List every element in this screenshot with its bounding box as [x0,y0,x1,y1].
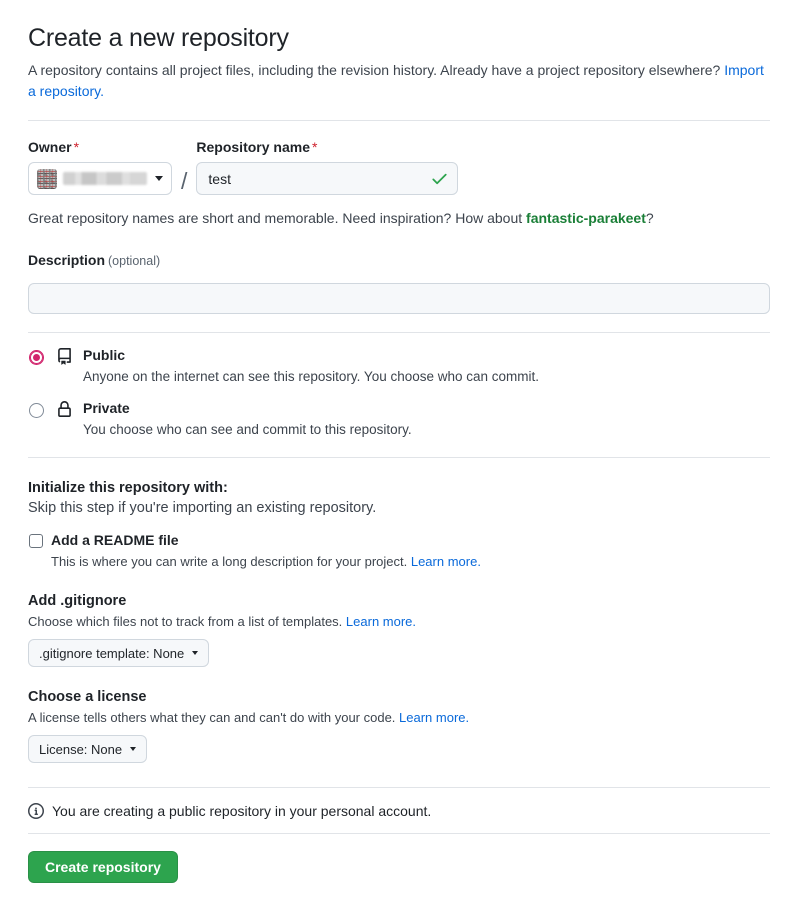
license-learn-more-link[interactable]: Learn more. [399,710,469,725]
divider-note [28,787,770,788]
hint-text-after: ? [645,210,654,226]
intro-text: A repository contains all project files,… [28,62,725,78]
divider-submit [28,833,770,834]
page-title: Create a new repository [28,24,289,52]
visibility-public-description: Anyone on the internet can see this repo… [83,369,540,384]
create-repository-button[interactable]: Create repository [28,851,178,883]
repository-name-input-wrap [196,162,459,195]
gitignore-heading: Add .gitignore [28,593,127,609]
description-optional-tag: (optional) [108,254,161,268]
repository-name-hint: Great repository names are short and mem… [28,210,770,226]
owner-and-name-row: Owner * / Repository name * [28,139,770,195]
readme-label: Add a README file [51,532,179,548]
visibility-public-title: Public [83,347,126,363]
visibility-private-title: Private [83,400,130,416]
license-select[interactable]: License: None [28,735,148,763]
visibility-option-private[interactable]: Private You choose who can see and commi… [28,400,770,439]
owner-label: Owner * [28,139,80,155]
hint-text-before: Great repository names are short and mem… [28,210,527,226]
visibility-note-text: You are creating a public repository in … [52,803,432,819]
readme-learn-more-link[interactable]: Learn more. [411,554,481,569]
description-input[interactable] [28,283,770,314]
visibility-private-description: You choose who can see and commit to thi… [83,422,412,437]
repo-book-icon [58,348,71,365]
visibility-group: Public Anyone on the internet can see th… [28,347,770,439]
readme-description-text: This is where you can write a long descr… [51,554,411,569]
divider-visibility [28,332,770,333]
owner-required-mark: * [73,139,80,155]
gitignore-template-label: .gitignore template: None [39,645,185,661]
repository-name-label: Repository name * [196,139,318,155]
gitignore-description: Choose which files not to track from a l… [28,614,770,629]
owner-select[interactable] [28,162,172,195]
license-description: A license tells others what they can and… [28,710,770,725]
visibility-option-public[interactable]: Public Anyone on the internet can see th… [28,347,770,386]
description-label: Description (optional) [28,252,161,268]
info-icon [28,803,44,819]
chevron-down-icon [192,651,199,655]
create-repository-page: Create a new repository A repository con… [0,0,794,904]
license-description-text: A license tells others what they can and… [28,710,400,725]
radio-public[interactable] [29,350,44,365]
radio-private[interactable] [29,403,44,418]
repository-name-suggestion: fantastic-parakeet [526,210,646,226]
initialize-heading: Initialize this repository with: [28,480,228,496]
repository-name-field: Repository name * [196,139,459,195]
owner-field: Owner * [28,139,172,195]
gitignore-description-text: Choose which files not to track from a l… [28,614,346,629]
initialize-subheading: Skip this step if you're importing an ex… [28,500,377,516]
avatar [37,168,57,189]
license-label: License: None [39,741,123,757]
chevron-down-icon [130,747,137,751]
repository-name-input[interactable] [196,162,459,195]
chevron-down-icon [155,176,163,181]
owner-name-redacted [63,172,147,185]
divider-top [28,120,770,121]
checkbox-add-readme[interactable] [29,534,43,548]
page-intro: A repository contains all project files,… [28,60,770,102]
form-container: Create a new repository A repository con… [0,0,794,883]
divider-initialize [28,457,770,458]
visibility-public-text: Public Anyone on the internet can see th… [83,347,770,386]
gitignore-template-select[interactable]: .gitignore template: None [28,639,210,667]
license-heading: Choose a license [28,689,147,705]
readme-option[interactable]: Add a README file [28,532,770,549]
lock-icon [58,401,71,417]
path-separator: / [181,168,188,194]
visibility-note: You are creating a public repository in … [28,803,770,819]
visibility-private-text: Private You choose who can see and commi… [83,400,770,439]
gitignore-learn-more-link[interactable]: Learn more. [346,614,416,629]
repository-name-required-mark: * [311,139,318,155]
readme-description: This is where you can write a long descr… [51,553,770,571]
